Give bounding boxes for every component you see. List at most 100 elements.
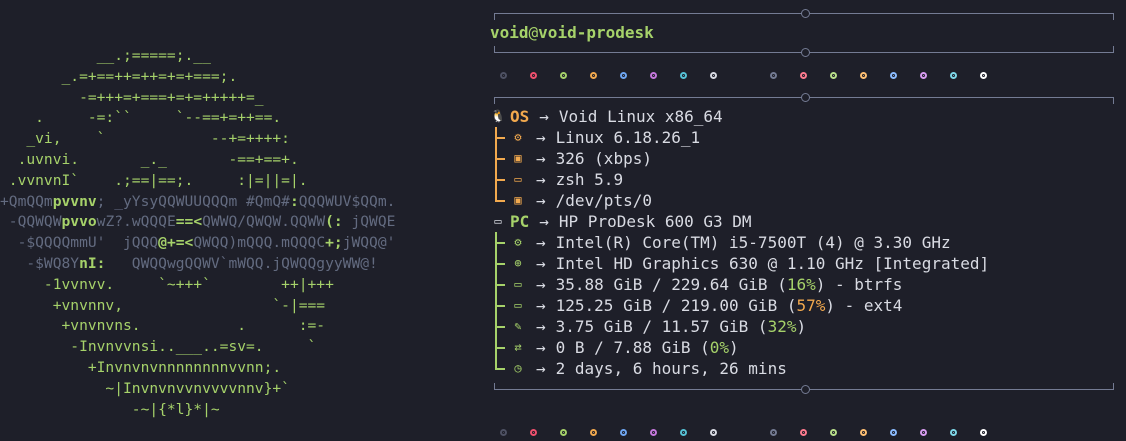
gpu-value: Intel HD Graphics 630 @ 1.10 GHz [Integr… — [555, 254, 990, 273]
palette-dot — [650, 429, 657, 436]
logo-segment: jQWQE — [342, 213, 396, 231]
tux-icon: 🐧 — [490, 109, 506, 123]
desktop-icon: ▭ — [494, 214, 502, 228]
tree-branch-line — [495, 326, 505, 328]
logo-segment: _.=+==++=++=+=+===;. — [0, 67, 238, 85]
logo-segment: -=+++=+===+=+=+++++=_ — [0, 88, 264, 106]
pc-key: PC — [510, 212, 530, 231]
logo-segment: +Invnvnvnnnnnnnnvvnn;. — [0, 358, 282, 376]
palette-dot — [770, 429, 777, 436]
palette-dot — [560, 72, 567, 79]
memory-value: 3.75 GiB / 11.57 GiB ( — [555, 317, 768, 336]
arrow-icon: → — [536, 296, 546, 315]
logo-segment: QWQQ)mQQQ.mQQQC — [193, 234, 326, 252]
header-rule — [494, 46, 1114, 57]
logo-line: . -=:`` `--==+=++==. — [0, 109, 281, 126]
hostname: void-prodesk — [538, 23, 654, 42]
palette-dot — [980, 429, 987, 436]
logo-segment: .uvnvi. _._ -==+==+. — [0, 150, 299, 168]
os-key: OS — [510, 107, 530, 126]
palette-dot — [890, 72, 897, 79]
palette-dot — [560, 429, 567, 436]
logo-line: .uvnvi. _._ -==+==+. — [0, 151, 299, 168]
arrow-icon: → — [536, 128, 546, 147]
palette-dot — [950, 429, 957, 436]
tree-branch — [490, 274, 510, 295]
tree-branch-line — [495, 263, 505, 265]
tree-branch — [490, 169, 510, 190]
logo-segment: (: — [325, 213, 343, 231]
logo-line: +Invnvnvnnnnnnnnvvnn;. — [0, 359, 281, 376]
arrow-icon: → — [536, 338, 546, 357]
palette-dot — [620, 429, 627, 436]
palette-dot — [680, 72, 687, 79]
rule-knob — [801, 93, 810, 102]
logo-segment: ; _yYsyQQWUUQQQm #QmQ# — [96, 192, 290, 210]
palette-dot — [530, 72, 537, 79]
system-info: 🐧 OS → Void Linux x86_64 ⚙ → Linux 6.18.26_1 ▣ →… — [490, 106, 990, 379]
logo-segment: -1vvnvv. `~+++` ++|+++ — [0, 275, 334, 293]
logo-segment: _vi, ` --+=++++: — [0, 130, 290, 148]
logo-line: __.;=====;.__ — [0, 47, 211, 64]
palette-dot — [530, 429, 537, 436]
disk-home-percent: 57% — [796, 296, 826, 315]
tree-branch — [490, 148, 510, 169]
tree-branch — [490, 337, 510, 358]
gpu-icon: ⊕ — [514, 256, 522, 270]
logo-segment: +vnvnvns. . :=- — [0, 317, 326, 335]
disk-root-row: ▭ → 35.88 GiB / 229.64 GiB (16%) - btrfs — [490, 274, 989, 295]
pc-value: HP ProDesk 600 G3 DM — [558, 212, 752, 231]
disk-root-suffix: ) - btrfs — [815, 275, 903, 294]
tree-branch-line — [495, 284, 505, 286]
palette-dot — [920, 429, 927, 436]
rule-knob — [801, 48, 810, 57]
arrow-icon: → — [536, 149, 546, 168]
palette-dot — [920, 72, 927, 79]
logo-segment: wZ?.wQQQE — [96, 213, 176, 231]
arrow-icon: → — [536, 191, 546, 210]
disk-home-value: 125.25 GiB / 219.00 GiB ( — [555, 296, 797, 315]
logo-segment: QWQQwgQQWV`mWQQ.jQWQQgyyWW@! — [105, 254, 378, 272]
logo-segment: __.;=====;.__ — [0, 47, 211, 64]
palette-dot — [680, 429, 687, 436]
tree-branch-line — [495, 368, 505, 370]
logo-segment: ~|Invnvnvvnvvvvnnv}+` — [0, 379, 290, 397]
os-section-header: 🐧 OS → Void Linux x86_64 — [490, 106, 989, 127]
palette-dot — [980, 72, 987, 79]
logo-line: +QmQQmpvvnv; _yYsyQQWUUQQQm #QmQ#:QQQWUV… — [0, 193, 395, 210]
logo-segment: jWQQ@' — [342, 234, 396, 252]
cpu-row: ⚙ → Intel(R) Core(TM) i5-7500T (4) @ 3.30 … — [490, 232, 989, 253]
palette-dot — [830, 72, 837, 79]
palette-dot — [500, 429, 507, 436]
username: void — [490, 23, 529, 42]
top-rule — [494, 9, 1114, 20]
palette-dot — [860, 429, 867, 436]
logo-segment: -QQWQW — [0, 213, 62, 231]
logo-segment: +; — [325, 234, 343, 252]
swap-icon: ⇄ — [514, 340, 522, 354]
terminal-icon: ▭ — [514, 172, 522, 186]
info-bottom-rule — [494, 383, 1114, 394]
logo-segment: QWWQ/QWQW.QQWW — [202, 213, 326, 231]
info-top-rule — [494, 93, 1114, 104]
palette-dot — [710, 429, 717, 436]
tree-branch — [490, 358, 510, 379]
disk-home-suffix: ) - ext4 — [825, 296, 903, 315]
palette-dot — [860, 72, 867, 79]
logo-segment: -Invnvvnsi..___..=sv=. ` — [0, 338, 317, 356]
uptime-row: ◷ → 2 days, 6 hours, 26 mins — [490, 358, 989, 379]
void-linux-ascii-logo: __.;=====;.__ _.=+==++=++=+=+===;. -=+++… — [0, 46, 395, 420]
pc-section-header: ▭ PC → HP ProDesk 600 G3 DM — [490, 211, 989, 232]
palette-dot — [650, 72, 657, 79]
palette-dot — [950, 72, 957, 79]
logo-line: -1vvnvv. `~+++` ++|+++ — [0, 276, 334, 293]
arrow-icon: → — [536, 170, 546, 189]
tree-branch-line — [495, 347, 505, 349]
swap-row: ⇄ → 0 B / 7.88 GiB (0%) — [490, 337, 989, 358]
arrow-icon: → — [539, 107, 549, 126]
gear-icon: ⚙ — [514, 130, 522, 144]
logo-segment: -~|{*l}*|~ — [0, 400, 220, 418]
swap-suffix: ) — [729, 338, 739, 357]
color-palette-bottom — [500, 429, 1010, 436]
tree-branch-line — [495, 158, 505, 160]
